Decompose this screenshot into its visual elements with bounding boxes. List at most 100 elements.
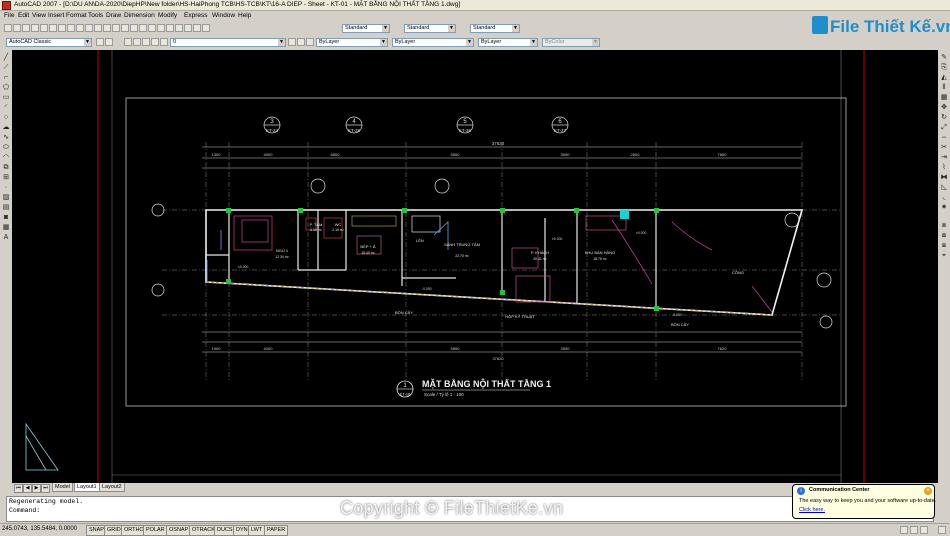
offset-icon[interactable]: ⫴ [940,84,948,92]
menu-dimension[interactable]: Dimension [124,12,155,19]
tab-layout1[interactable]: Layout1 [74,483,100,492]
layer-manager-icon[interactable] [124,38,132,46]
floor-plan-drawing[interactable]: 3 KT-24 4 KT-28 5 KT-26 6 KT-27 37620 13… [12,50,938,483]
linetype-select[interactable]: ByLayer ▼ [392,38,474,47]
dim-style-select[interactable]: Standard ▼ [404,24,456,33]
polar-toggle[interactable]: POLAR [143,525,168,536]
bring-front-icon[interactable]: ⧇ [940,232,948,240]
lock-icon[interactable] [920,526,928,534]
help-icon[interactable] [202,24,210,32]
preview-icon[interactable] [40,24,48,32]
copy-object-icon[interactable]: ⎘ [940,64,948,72]
publish-icon[interactable] [49,24,57,32]
cut-icon[interactable] [58,24,66,32]
tool-palette-icon[interactable] [166,24,174,32]
markup-icon[interactable] [184,24,192,32]
menu-view[interactable]: View [32,12,46,19]
prev-tab-icon[interactable]: ◀ [23,484,32,493]
gradient-icon[interactable]: ▤ [2,204,10,212]
zoom-window-icon[interactable] [130,24,138,32]
communication-center-icon[interactable] [910,526,918,534]
workspace-save-icon[interactable] [105,38,113,46]
menu-tools[interactable]: Tools [88,12,103,19]
circle-icon[interactable]: ○ [2,114,10,122]
line-icon[interactable]: ╱ [2,54,10,62]
construction-line-icon[interactable]: ⟋ [2,64,10,72]
draw-order-icon[interactable]: ⧈ [940,222,948,230]
properties-icon[interactable] [148,24,156,32]
zoom-icon[interactable] [121,24,129,32]
layer-select[interactable]: 0 ▼ [170,38,286,47]
menu-format[interactable]: Format [66,12,87,19]
paper-model-toggle[interactable]: PAPER [264,525,289,536]
design-center-icon[interactable] [157,24,165,32]
revision-cloud-icon[interactable]: ☁ [2,124,10,132]
multiline-text-icon[interactable]: A [2,234,10,242]
move-icon[interactable]: ✥ [940,104,948,112]
next-tab-icon[interactable]: ▶ [32,484,41,493]
point-icon[interactable]: · [2,184,10,192]
rectangle-icon[interactable]: ▭ [2,94,10,102]
close-icon[interactable]: × [924,487,932,495]
make-current-icon[interactable] [288,38,296,46]
new-icon[interactable] [4,24,12,32]
first-tab-icon[interactable]: ⏮ [14,484,23,493]
lightbulb-icon[interactable] [133,38,141,46]
stretch-icon[interactable]: ⇔ [940,134,948,142]
color-select[interactable]: ByLayer ▼ [316,38,388,47]
sun-icon[interactable] [142,38,150,46]
table-icon[interactable]: ▦ [2,224,10,232]
plotstyle-select[interactable]: ByColor ▼ [542,38,600,47]
text-style-select[interactable]: Standard ▼ [342,24,390,33]
tab-layout2[interactable]: Layout2 [99,483,125,492]
break-icon[interactable]: ⌇ [940,164,948,172]
trim-icon[interactable]: ✂ [940,144,948,152]
layer-previous-icon[interactable] [297,38,305,46]
workspace-settings-icon[interactable] [96,38,104,46]
send-back-icon[interactable]: ⧆ [940,242,948,250]
undo-icon[interactable] [94,24,102,32]
extend-icon[interactable]: ⇥ [940,154,948,162]
lock-icon[interactable] [151,38,159,46]
explode-icon[interactable]: ✷ [940,204,948,212]
arc-icon[interactable]: ◜ [2,104,10,112]
osnap-toggle[interactable]: OSNAP [166,525,192,536]
array-icon[interactable]: ▦ [940,94,948,102]
menu-edit[interactable]: Edit [18,12,29,19]
insert-block-icon[interactable]: ⧉ [2,164,10,172]
erase-icon[interactable]: ✎ [940,54,948,62]
sheet-set-icon[interactable] [175,24,183,32]
polygon-icon[interactable]: ⬠ [2,84,10,92]
communication-center-balloon[interactable]: i Communication Center × The easy way to… [792,484,936,519]
menu-insert[interactable]: Insert [48,12,64,19]
last-tab-icon[interactable]: ⏭ [41,484,50,493]
ellipse-arc-icon[interactable]: ◠ [2,154,10,162]
redo-icon[interactable] [103,24,111,32]
fillet-icon[interactable]: ◟ [940,194,948,202]
zoom-previous-icon[interactable] [139,24,147,32]
color-swatch-icon[interactable] [160,38,168,46]
rotate-icon[interactable]: ↻ [940,114,948,122]
workspace-select[interactable]: AutoCAD Classic ▼ [6,38,92,47]
menu-help[interactable]: Help [238,12,251,19]
match-icon[interactable] [85,24,93,32]
region-icon[interactable]: ◙ [2,214,10,222]
copy-icon[interactable] [67,24,75,32]
mirror-icon[interactable]: ◭ [940,74,948,82]
save-icon[interactable] [22,24,30,32]
lwt-toggle[interactable]: LWT [248,525,266,536]
drawing-canvas[interactable]: 3 KT-24 4 KT-28 5 KT-26 6 KT-27 37620 13… [12,50,938,483]
table-style-select[interactable]: Standard ▼ [470,24,520,33]
hatch-icon[interactable]: ▨ [2,194,10,202]
menu-express[interactable]: Express [184,12,207,19]
polyline-icon[interactable]: ⌐ [2,74,10,82]
menu-modify[interactable]: Modify [158,12,177,19]
paste-icon[interactable] [76,24,84,32]
open-icon[interactable] [13,24,21,32]
menu-window[interactable]: Window [212,12,235,19]
clean-screen-icon[interactable] [938,526,946,534]
chamfer-icon[interactable]: ◺ [940,184,948,192]
tray-settings-icon[interactable] [900,526,908,534]
lineweight-select[interactable]: ByLayer ▼ [478,38,538,47]
ellipse-icon[interactable]: ⬭ [2,144,10,152]
